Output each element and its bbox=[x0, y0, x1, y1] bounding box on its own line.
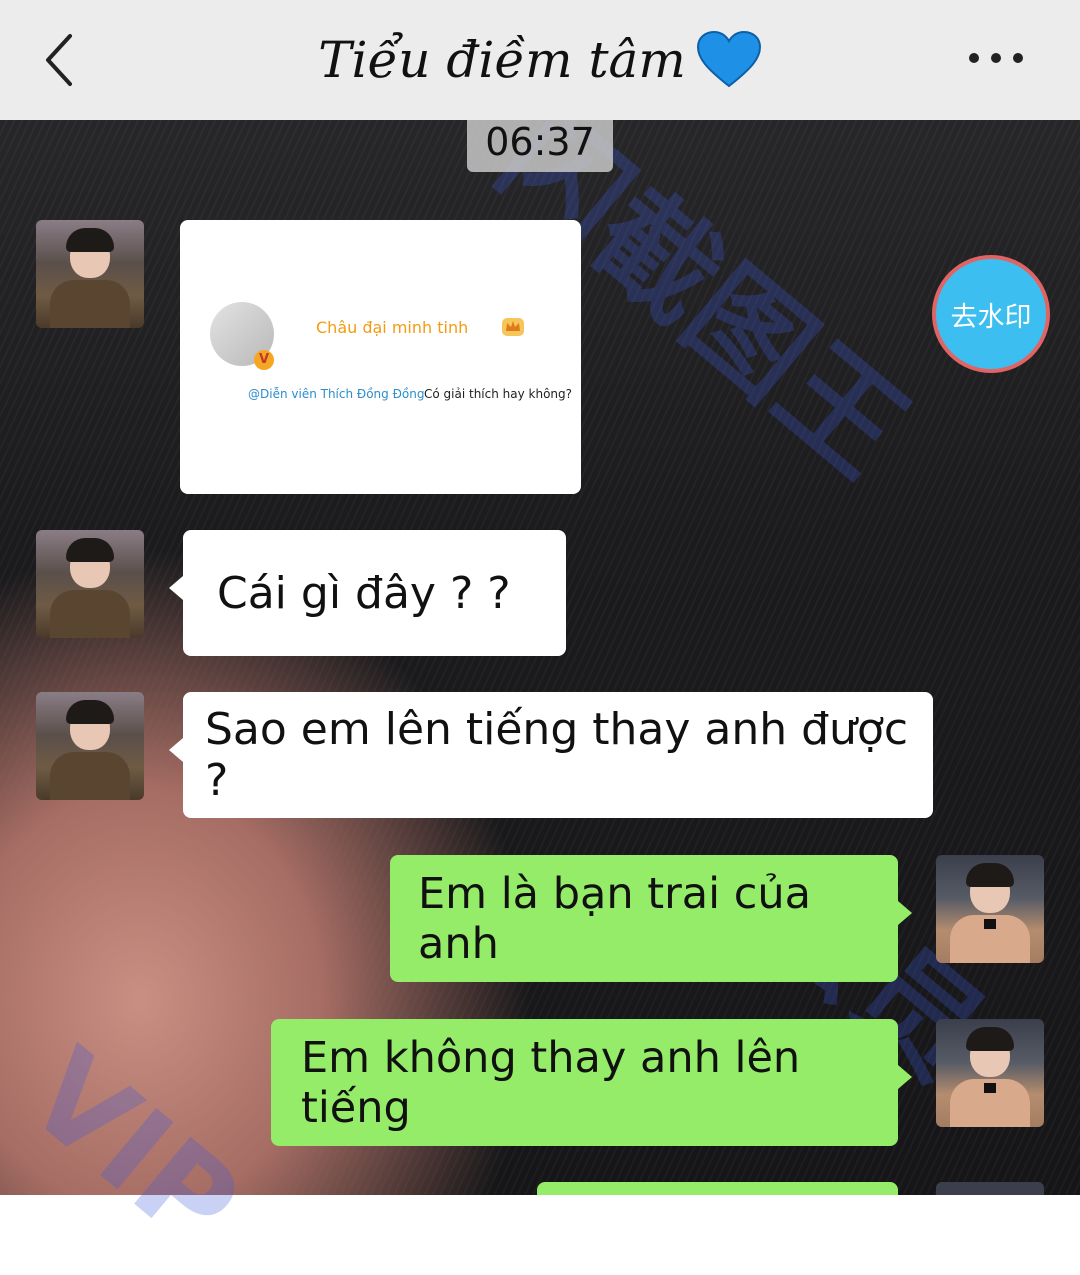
message-bubble-incoming[interactable]: Cái gì đây ? ? bbox=[169, 530, 566, 656]
chevron-left-icon[interactable] bbox=[40, 30, 80, 90]
avatar[interactable] bbox=[36, 220, 144, 328]
remove-watermark-button[interactable]: 去水印 bbox=[932, 255, 1050, 373]
message-text: Em không thay anh lên tiếng bbox=[301, 1032, 801, 1133]
avatar[interactable] bbox=[36, 692, 144, 800]
message-bubble-outgoing-partial[interactable] bbox=[537, 1182, 898, 1195]
card-mention-link[interactable]: @Diễn viên Thích Đồng Đồng bbox=[248, 387, 424, 401]
avatar-partial bbox=[936, 1182, 1044, 1195]
more-dots-icon[interactable] bbox=[968, 50, 1024, 66]
message-text: Cái gì đây ? ? bbox=[217, 567, 511, 619]
chat-header: Tiểu điềm tâm bbox=[0, 0, 1080, 120]
avatar[interactable] bbox=[936, 855, 1044, 963]
card-text: Có giải thích hay không? bbox=[424, 387, 573, 401]
verified-icon: V bbox=[254, 350, 274, 370]
avatar[interactable] bbox=[936, 1019, 1044, 1127]
crown-icon bbox=[502, 318, 524, 336]
avatar[interactable] bbox=[36, 530, 144, 638]
message-timestamp: 06:37 bbox=[467, 120, 613, 172]
chat-title-text: Tiểu điềm tâm bbox=[318, 31, 686, 89]
message-bubble-incoming[interactable]: Sao em lên tiếng thay anh được ? bbox=[169, 692, 933, 818]
chat-title: Tiểu điềm tâm bbox=[318, 30, 762, 90]
message-text: Sao em lên tiếng thay anh được ? bbox=[205, 704, 909, 806]
message-bubble-outgoing[interactable]: Em là bạn trai của anh bbox=[390, 855, 912, 982]
message-bubble-outgoing[interactable]: Em không thay anh lên tiếng bbox=[271, 1019, 912, 1146]
blue-heart-icon bbox=[696, 30, 761, 88]
message-text: Em là bạn trai của anh bbox=[418, 868, 812, 969]
card-username: Châu đại minh tinh bbox=[316, 318, 469, 337]
shared-post-card[interactable]: V Châu đại minh tinh @Diễn viên Thích Đồ… bbox=[180, 220, 581, 494]
